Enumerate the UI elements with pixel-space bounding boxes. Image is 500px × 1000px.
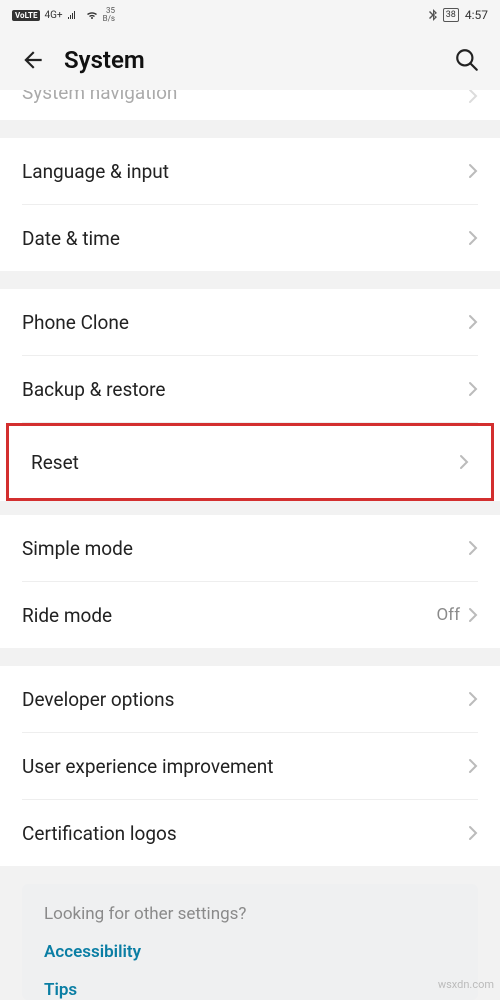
link-tips[interactable]: Tips <box>44 980 456 1000</box>
search-icon <box>454 47 480 73</box>
row-phone-clone[interactable]: Phone Clone <box>0 289 500 355</box>
volte-badge: VoLTE <box>12 10 40 21</box>
signal-icon <box>67 10 81 20</box>
app-bar: System <box>0 30 500 90</box>
row-user-experience[interactable]: User experience improvement <box>0 733 500 799</box>
row-label: Language & input <box>22 160 468 183</box>
wifi-icon <box>85 10 99 20</box>
chevron-right-icon <box>468 607 478 623</box>
status-right: 38 4:57 <box>429 8 488 22</box>
chevron-right-icon <box>468 825 478 841</box>
page-title: System <box>64 46 452 74</box>
clock: 4:57 <box>465 8 488 22</box>
group-locale: Language & input Date & time <box>0 138 500 271</box>
bluetooth-icon <box>429 9 437 21</box>
back-button[interactable] <box>18 45 48 75</box>
group-developer: Developer options User experience improv… <box>0 666 500 866</box>
watermark: wsxdn.com <box>438 978 494 991</box>
row-value: Off <box>436 605 460 625</box>
row-label: Reset <box>31 451 459 474</box>
chevron-right-icon <box>459 454 469 470</box>
network-indicator: 4G+ <box>44 10 62 21</box>
group-clone-backup: Phone Clone Backup & restore Reset <box>0 289 500 501</box>
chevron-right-icon <box>468 314 478 330</box>
data-rate: 35 B/s <box>103 7 115 23</box>
chevron-right-icon <box>468 758 478 774</box>
row-label: Certification logos <box>22 822 468 845</box>
highlight-reset: Reset <box>6 423 494 501</box>
chevron-right-icon <box>468 230 478 246</box>
row-label: Developer options <box>22 688 468 711</box>
chevron-right-icon <box>468 691 478 707</box>
row-label: Date & time <box>22 227 468 250</box>
row-label: User experience improvement <box>22 755 468 778</box>
row-backup-restore[interactable]: Backup & restore <box>0 356 500 422</box>
status-left: VoLTE 4G+ 35 B/s <box>12 7 115 23</box>
chevron-right-icon <box>468 163 478 179</box>
other-settings-card: Looking for other settings? Accessibilit… <box>22 884 478 1000</box>
chevron-right-icon <box>468 381 478 397</box>
group-modes: Simple mode Ride mode Off <box>0 515 500 648</box>
row-certification-logos[interactable]: Certification logos <box>0 800 500 866</box>
row-label: Simple mode <box>22 537 468 560</box>
status-bar: VoLTE 4G+ 35 B/s 38 4:57 <box>0 0 500 30</box>
row-developer-options[interactable]: Developer options <box>0 666 500 732</box>
row-label: Ride mode <box>22 604 436 627</box>
other-settings-prompt: Looking for other settings? <box>44 904 456 924</box>
row-label: Phone Clone <box>22 311 468 334</box>
row-label: Backup & restore <box>22 378 468 401</box>
row-reset[interactable]: Reset <box>9 426 491 498</box>
arrow-left-icon <box>20 47 46 73</box>
battery-indicator: 38 <box>443 8 459 22</box>
link-accessibility[interactable]: Accessibility <box>44 942 456 962</box>
row-date-time[interactable]: Date & time <box>0 205 500 271</box>
row-label: System navigation <box>22 90 468 100</box>
chevron-right-icon <box>468 540 478 556</box>
chevron-right-icon <box>468 90 478 104</box>
row-language-input[interactable]: Language & input <box>0 138 500 204</box>
row-system-navigation[interactable]: System navigation <box>0 90 500 120</box>
search-button[interactable] <box>452 45 482 75</box>
settings-list: System navigation Language & input Date … <box>0 90 500 1000</box>
row-simple-mode[interactable]: Simple mode <box>0 515 500 581</box>
row-ride-mode[interactable]: Ride mode Off <box>0 582 500 648</box>
